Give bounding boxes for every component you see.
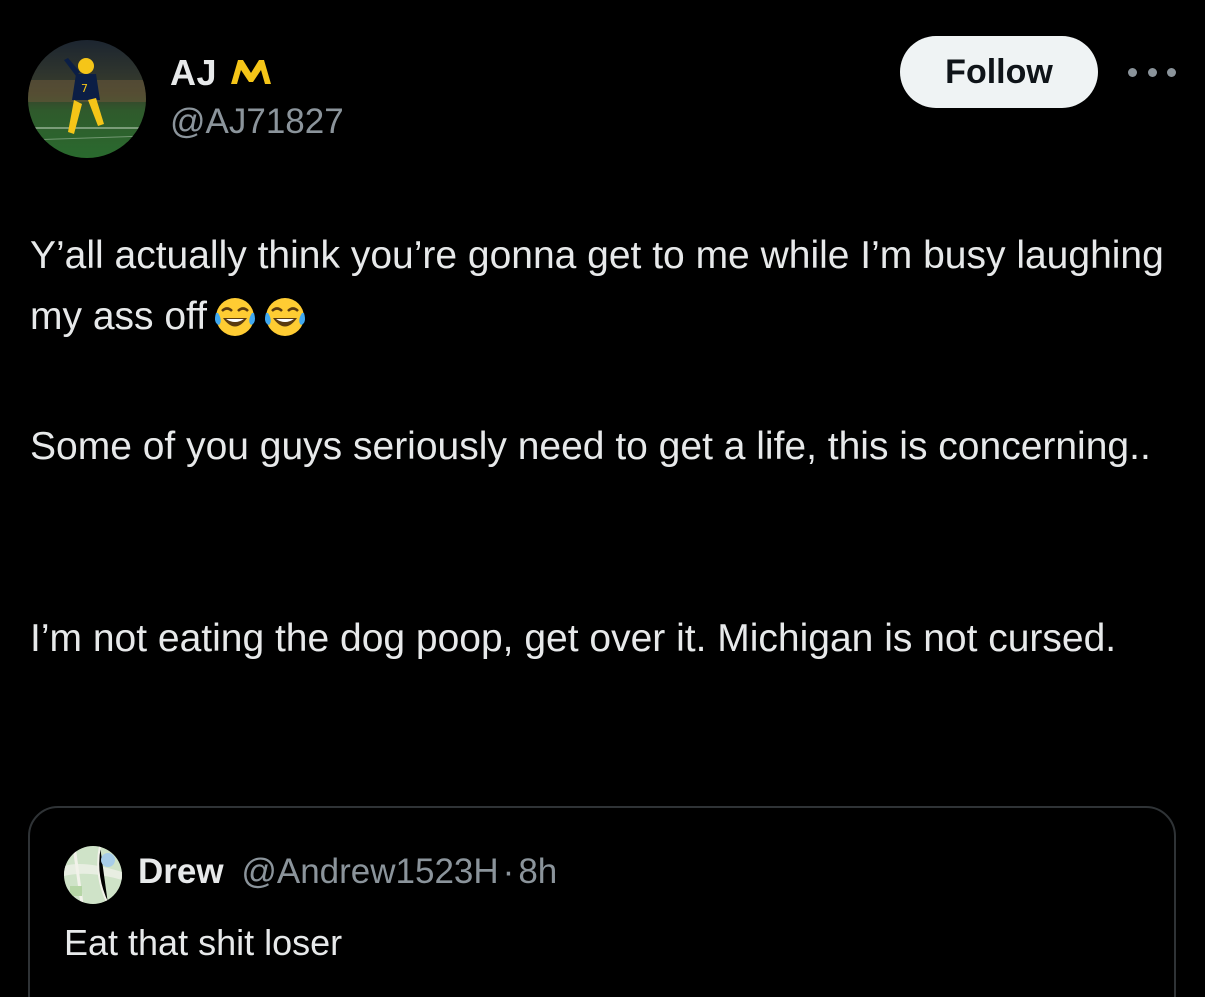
svg-text:7: 7 [81, 82, 88, 95]
laughing-emoji-icon [213, 295, 309, 357]
author-name-row[interactable]: AJ [170, 52, 273, 94]
quoted-timestamp[interactable]: 8h [518, 852, 557, 891]
quoted-tweet-text: Eat that shit loser [64, 922, 343, 963]
avatar-photo: 7 [28, 40, 146, 158]
more-dot [1167, 67, 1176, 77]
tweet-card: 7 AJ @AJ71827 Follow Y’all actually thin… [0, 0, 1205, 997]
tweet-paragraph-2: Some of you guys seriously need to get a… [30, 425, 1151, 468]
tweet-paragraph-1: Y’all actually think you’re gonna get to… [30, 225, 1180, 357]
more-dot [1128, 67, 1137, 77]
map-avatar-image [64, 846, 122, 904]
quoted-header: Drew @Andrew1523H · 8h [138, 852, 557, 892]
quoted-tweet[interactable]: Drew @Andrew1523H · 8h Eat that shit loser [28, 806, 1176, 997]
author-display-name[interactable]: AJ [170, 52, 217, 94]
more-dot [1147, 67, 1157, 77]
quoted-handle[interactable]: @Andrew1523H [241, 852, 498, 891]
follow-button[interactable]: Follow [900, 36, 1098, 108]
tweet-paragraph-3: I’m not eating the dog poop, get over it… [30, 617, 1117, 660]
michigan-logo-icon [229, 56, 273, 91]
author-handle[interactable]: @AJ71827 [170, 102, 344, 142]
tweet-paragraph-1-text: Y’all actually think you’re gonna get to… [30, 234, 1164, 338]
header-separator: · [502, 852, 515, 891]
quoted-author-avatar[interactable] [64, 846, 122, 904]
more-options-icon[interactable] [1128, 60, 1176, 84]
quoted-display-name[interactable]: Drew [138, 852, 224, 891]
author-avatar[interactable]: 7 [28, 40, 146, 158]
